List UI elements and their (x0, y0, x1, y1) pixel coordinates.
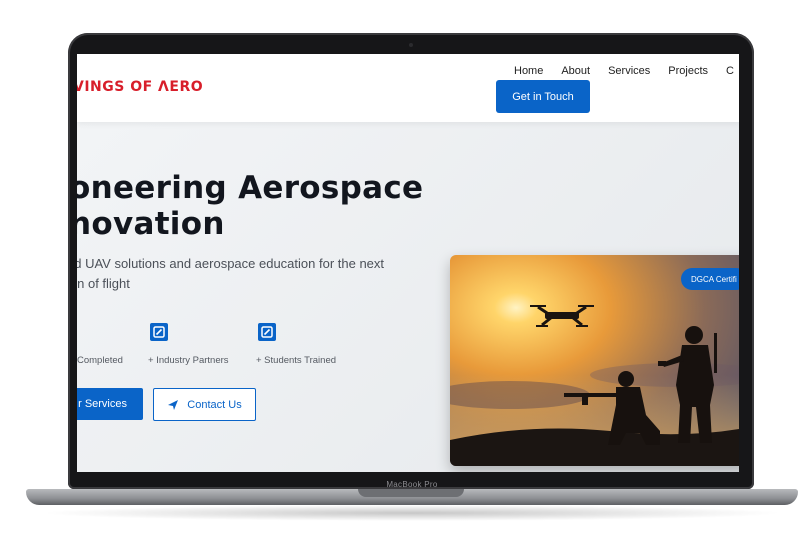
top-navbar: VINGS OF ΛERO Home About Services Projec… (77, 54, 739, 122)
edit-icon (258, 323, 276, 341)
site-logo[interactable]: VINGS OF ΛERO (77, 79, 203, 95)
webcam (409, 43, 413, 47)
stat-label-students: + Students Trained (256, 355, 337, 366)
send-icon (168, 399, 179, 410)
laptop-screen: oneering Aerospace novation ed UAV solut… (77, 54, 739, 472)
nav-links: Home About Services Projects C (514, 65, 739, 77)
stat-label-partners: + Industry Partners (148, 355, 229, 366)
nav-projects[interactable]: Projects (668, 65, 708, 77)
hero-title-line-1: oneering Aerospace (77, 170, 424, 206)
nav-home[interactable]: Home (514, 65, 543, 77)
hero-subtitle-line-2: ion of flight (77, 276, 130, 291)
edit-icon (150, 323, 168, 341)
page: oneering Aerospace novation ed UAV solut… (0, 0, 810, 540)
hero-subtitle-line-1: ed UAV solutions and aerospace education… (77, 256, 385, 271)
our-services-button[interactable]: r Services (77, 388, 143, 420)
nav-about[interactable]: About (561, 65, 590, 77)
contact-us-label: Contact Us (187, 398, 242, 411)
dgca-certified-badge: DGCA Certifi (681, 268, 739, 290)
stat-label-projects: Completed (77, 355, 123, 366)
laptop-hinge-notch (358, 489, 464, 497)
hero-subtitle: ed UAV solutions and aerospace education… (77, 254, 384, 294)
get-in-touch-button[interactable]: Get in Touch (496, 80, 590, 113)
nav-services[interactable]: Services (608, 65, 650, 77)
laptop-shadow (40, 505, 784, 521)
hero-title-line-2: novation (77, 206, 225, 242)
contact-us-button[interactable]: Contact Us (153, 388, 256, 421)
nav-contact[interactable]: C (726, 65, 734, 77)
hero-title: oneering Aerospace novation (77, 170, 423, 242)
device-label: MacBook Pro (386, 480, 438, 489)
